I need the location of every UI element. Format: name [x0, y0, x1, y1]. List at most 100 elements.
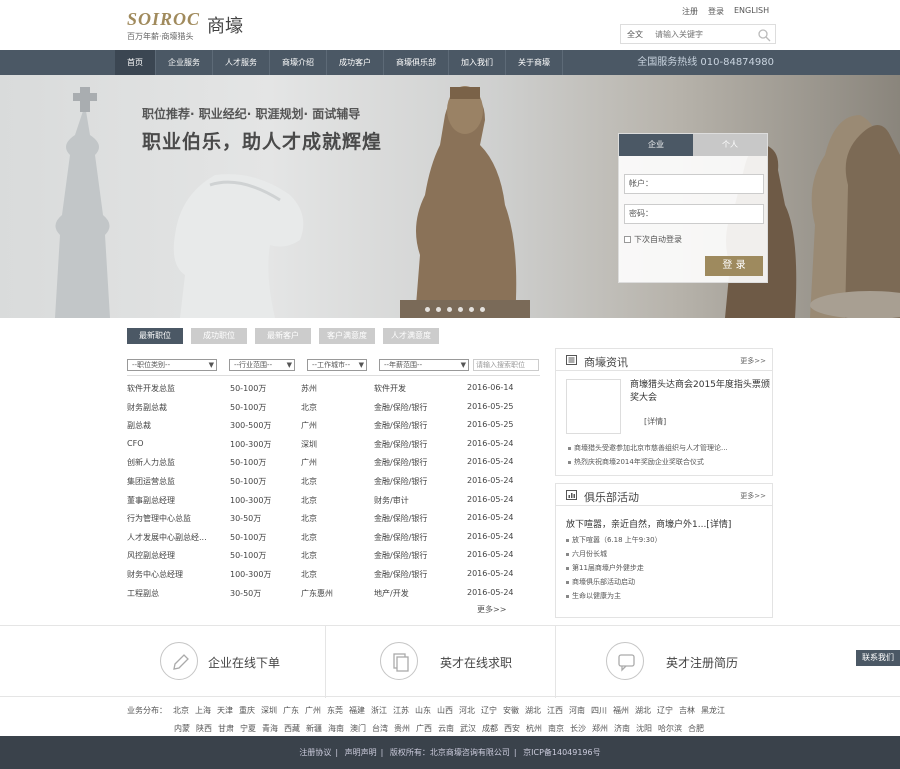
news-thumbnail[interactable]: [566, 379, 621, 434]
nav-home[interactable]: 首页: [115, 50, 156, 75]
job-title[interactable]: 行为管理中心总监: [127, 513, 225, 524]
tab-success-jobs[interactable]: 成功职位: [191, 328, 247, 344]
login-link[interactable]: 登录: [708, 6, 724, 18]
job-title[interactable]: 财务中心总经理: [127, 569, 225, 580]
service-talent-job[interactable]: 英才在线求职: [380, 626, 540, 698]
region-link[interactable]: 江西: [547, 702, 563, 720]
tab-client-satisfaction[interactable]: 客户满意度: [319, 328, 375, 344]
job-title[interactable]: 软件开发总监: [127, 383, 225, 394]
region-link[interactable]: 河南: [569, 702, 585, 720]
carousel-dot[interactable]: [469, 307, 474, 312]
nav-enterprise[interactable]: 企业服务: [156, 50, 213, 75]
logo[interactable]: SOIROC 商壕 百万年薪·商壕猎头: [127, 9, 252, 43]
club-item[interactable]: 商壕俱乐部活动启动: [564, 575, 764, 589]
table-row[interactable]: 行为管理中心总监 30-50万 北京 金融/保险/银行 2016-05-24: [127, 510, 540, 529]
nav-about[interactable]: 关于商壕: [506, 50, 563, 75]
search-type[interactable]: 全文: [627, 29, 643, 40]
club-item[interactable]: 生命以健康为主: [564, 589, 764, 603]
password-field[interactable]: 密码：: [624, 204, 764, 224]
club-item[interactable]: 六月份长城: [564, 547, 764, 561]
job-title[interactable]: 董事副总经理: [127, 495, 225, 506]
region-link[interactable]: 福州: [613, 702, 629, 720]
region-link[interactable]: 重庆: [239, 702, 255, 720]
region-link[interactable]: 辽宁: [481, 702, 497, 720]
region-link[interactable]: 吉林: [679, 702, 695, 720]
job-title[interactable]: 集团运营总监: [127, 476, 225, 487]
region-link[interactable]: 广州: [305, 702, 321, 720]
nav-club[interactable]: 商壕俱乐部: [384, 50, 449, 75]
tab-personal[interactable]: 个人: [693, 134, 767, 156]
search-input[interactable]: [655, 27, 755, 41]
username-field[interactable]: 帐户：: [624, 174, 764, 194]
table-row[interactable]: 董事副总经理 100-300万 北京 财务/审计 2016-05-24: [127, 492, 540, 511]
region-link[interactable]: 上海: [195, 702, 211, 720]
table-row[interactable]: 风控副总经理 50-100万 北京 金融/保险/银行 2016-05-24: [127, 547, 540, 566]
table-row[interactable]: 工程副总 30-50万 广东惠州 地产/开发 2016-05-24: [127, 585, 540, 604]
table-row[interactable]: 人才发展中心副总经... 50-100万 北京 金融/保险/银行 2016-05-24: [127, 529, 540, 548]
nav-intro[interactable]: 商壕介绍: [270, 50, 327, 75]
region-link[interactable]: 广东: [283, 702, 299, 720]
region-link[interactable]: 天津: [217, 702, 233, 720]
filter-city[interactable]: --工作城市-- ▼: [307, 359, 367, 371]
carousel-dot[interactable]: [436, 307, 441, 312]
footer-statement-link[interactable]: 声明声明: [345, 748, 377, 757]
region-link[interactable]: 河北: [459, 702, 475, 720]
tab-talent-satisfaction[interactable]: 人才满意度: [383, 328, 439, 344]
news-more-link[interactable]: 更多>>: [740, 356, 766, 366]
remember-checkbox[interactable]: [624, 236, 631, 243]
carousel-dot[interactable]: [458, 307, 463, 312]
table-row[interactable]: 集团运营总监 50-100万 北京 金融/保险/银行 2016-05-24: [127, 473, 540, 492]
job-title[interactable]: 工程副总: [127, 588, 225, 599]
job-title[interactable]: 风控副总经理: [127, 550, 225, 561]
contact-us-button[interactable]: 联系我们: [856, 650, 900, 666]
club-headline[interactable]: 放下喧嚣，亲近自然，商壕户外1...[详情]: [566, 517, 731, 530]
region-link[interactable]: 山西: [437, 702, 453, 720]
login-button[interactable]: 登 录: [705, 256, 763, 276]
service-talent-resume[interactable]: 英才注册简历: [606, 626, 766, 698]
table-row[interactable]: 创新人力总监 50-100万 广州 金融/保险/银行 2016-05-24: [127, 454, 540, 473]
region-link[interactable]: 浙江: [371, 702, 387, 720]
table-row[interactable]: 财务中心总经理 100-300万 北京 金融/保险/银行 2016-05-24: [127, 566, 540, 585]
service-enterprise-order[interactable]: 企业在线下单: [160, 626, 320, 698]
filter-category[interactable]: --职位类别-- ▼: [127, 359, 217, 371]
club-item[interactable]: 放下喧嚣（6.18 上午9:30）: [564, 533, 764, 547]
region-link[interactable]: 山东: [415, 702, 431, 720]
tab-enterprise[interactable]: 企业: [619, 134, 693, 156]
region-link[interactable]: 黑龙江: [701, 702, 725, 720]
club-more-link[interactable]: 更多>>: [740, 491, 766, 501]
carousel-dot[interactable]: [447, 307, 452, 312]
job-title[interactable]: 人才发展中心副总经...: [127, 532, 225, 543]
keyword-input[interactable]: 请输入搜索职位: [473, 359, 539, 371]
register-link[interactable]: 注册: [682, 6, 698, 18]
job-title[interactable]: CFO: [127, 439, 225, 448]
table-row[interactable]: CFO 100-300万 深圳 金融/保险/银行 2016-05-24: [127, 436, 540, 455]
club-item[interactable]: 第11届商壕户外健步走: [564, 561, 764, 575]
job-title[interactable]: 创新人力总监: [127, 457, 225, 468]
region-link[interactable]: 东莞: [327, 702, 343, 720]
nav-clients[interactable]: 成功客户: [327, 50, 384, 75]
job-title[interactable]: 财务副总裁: [127, 402, 225, 413]
table-row[interactable]: 副总裁 300-500万 广州 金融/保险/银行 2016-05-25: [127, 417, 540, 436]
region-link[interactable]: 湖北: [525, 702, 541, 720]
table-row[interactable]: 软件开发总监 50-100万 苏州 软件开发 2016-06-14: [127, 380, 540, 399]
news-detail-link[interactable]: [详情]: [644, 416, 666, 427]
filter-industry[interactable]: --行业范围-- ▼: [229, 359, 295, 371]
footer-agreement-link[interactable]: 注册协议: [299, 748, 331, 757]
tab-latest-jobs[interactable]: 最新职位: [127, 328, 183, 344]
more-jobs-link[interactable]: 更多>>: [477, 604, 506, 615]
region-link[interactable]: 辽宁: [657, 702, 673, 720]
region-link[interactable]: 四川: [591, 702, 607, 720]
region-link[interactable]: 北京: [173, 702, 189, 720]
table-row[interactable]: 财务副总裁 50-100万 北京 金融/保险/银行 2016-05-25: [127, 399, 540, 418]
filter-salary[interactable]: --年薪范围-- ▼: [379, 359, 469, 371]
english-link[interactable]: ENGLISH: [734, 6, 769, 18]
tab-latest-clients[interactable]: 最新客户: [255, 328, 311, 344]
news-item[interactable]: 商壕猎头受邀参加北京市慈善组织与人才管理论...: [566, 441, 766, 455]
carousel-dot[interactable]: [425, 307, 430, 312]
region-link[interactable]: 安徽: [503, 702, 519, 720]
region-link[interactable]: 江苏: [393, 702, 409, 720]
news-item[interactable]: 热烈庆祝商壕2014年奖励企业奖联合仪式: [566, 455, 766, 469]
news-headline[interactable]: 商壕猎头达商会2015年度指头票颁奖大会: [630, 379, 770, 405]
region-link[interactable]: 福建: [349, 702, 365, 720]
carousel-dot[interactable]: [480, 307, 485, 312]
